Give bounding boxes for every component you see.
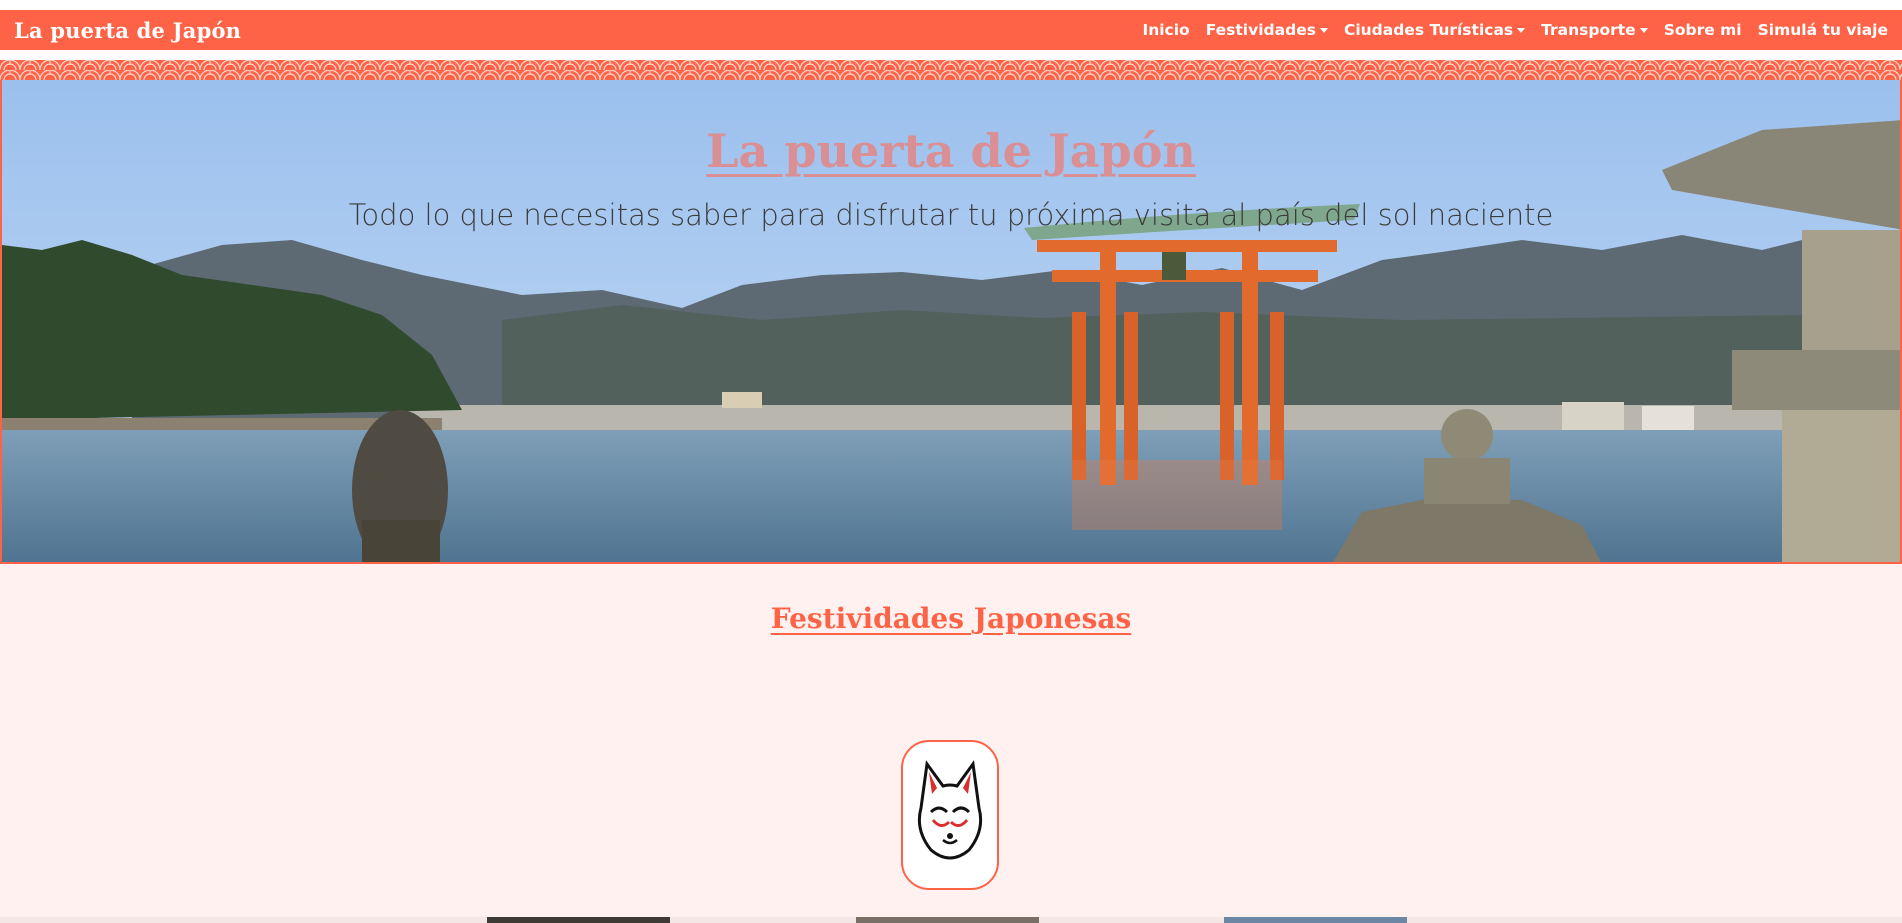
nav-links: Inicio Festividades Ciudades Turísticas … [1126,21,1888,39]
kitsune-mask-icon [917,760,983,860]
nav-item-label: Simulá tu viaje [1757,21,1888,39]
nav-item-label: Sobre mi [1663,21,1742,39]
gallery-thumbnail[interactable] [487,917,670,923]
caret-down-icon [1517,28,1526,33]
nav-item-festividades[interactable]: Festividades [1206,21,1328,39]
nav-item-ciudades[interactable]: Ciudades Turísticas [1343,21,1526,39]
nav-item-transporte[interactable]: Transporte [1541,21,1648,39]
gallery-thumbnail[interactable] [856,917,1039,923]
hero-banner: La puerta de Japón Todo lo que necesitas… [0,80,1902,564]
caret-down-icon [1319,28,1328,33]
kitsune-mask-card[interactable] [901,740,999,890]
hero-subtitle: Todo lo que necesitas saber para disfrut… [348,198,1554,232]
brand-logo[interactable]: La puerta de Japón [14,18,241,43]
seigaiha-wave-border [0,60,1902,80]
nav-item-label: Inicio [1142,21,1190,39]
top-gap [0,0,1902,10]
nav-item-sobre-mi[interactable]: Sobre mi [1664,21,1742,39]
hero-title: La puerta de Japón [706,124,1196,178]
nav-item-simula[interactable]: Simulá tu viaje [1758,21,1888,39]
nav-item-label: Festividades [1205,21,1316,39]
caret-down-icon [1639,28,1648,33]
nav-item-label: Ciudades Turísticas [1343,21,1514,39]
nav-divider [0,50,1902,60]
navbar: La puerta de Japón Inicio Festividades C… [0,10,1902,50]
nav-item-inicio[interactable]: Inicio [1142,21,1189,39]
gallery-thumbnail[interactable] [1224,917,1407,923]
nav-item-label: Transporte [1541,21,1636,39]
section-title-festividades: Festividades Japonesas [770,602,1132,635]
